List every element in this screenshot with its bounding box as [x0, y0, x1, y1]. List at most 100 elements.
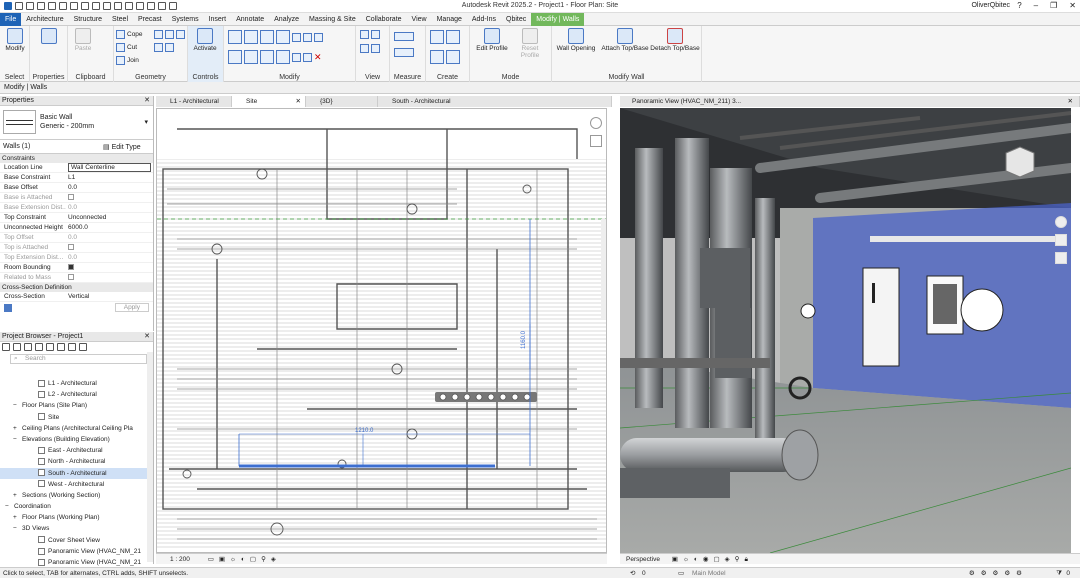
- shadows-icon[interactable]: ◐: [241, 556, 250, 563]
- select-pinned-icon[interactable]: ⚙: [993, 570, 1005, 577]
- reveal-hidden-icon[interactable]: ⚲: [735, 556, 745, 563]
- projection-mode[interactable]: Perspective: [626, 556, 660, 563]
- trim-icon[interactable]: [276, 50, 290, 64]
- tab-massing-site[interactable]: Massing & Site: [304, 13, 361, 26]
- browser-item[interactable]: L2 - Architectural: [0, 389, 153, 400]
- view-scale[interactable]: 1 : 200: [170, 556, 190, 563]
- property-row[interactable]: Base is Attached: [0, 193, 153, 203]
- properties-button[interactable]: [36, 28, 62, 45]
- paint-icon[interactable]: [154, 30, 163, 39]
- steering-wheel-icon[interactable]: [590, 117, 602, 129]
- property-row[interactable]: Base Constraint L1: [0, 173, 153, 183]
- browser-item[interactable]: Site: [0, 412, 153, 423]
- edit-profile-button[interactable]: Edit Profile: [474, 28, 510, 52]
- shadows-icon[interactable]: ◐: [694, 556, 703, 563]
- tab-file[interactable]: File: [0, 12, 22, 26]
- tab-systems[interactable]: Systems: [167, 13, 204, 26]
- create-group-icon[interactable]: [430, 50, 444, 64]
- activate-button[interactable]: Activate: [192, 28, 218, 52]
- panoramic-view-canvas[interactable]: [620, 108, 1071, 553]
- property-row[interactable]: Top Constraint Unconnected: [0, 213, 153, 223]
- move-icon[interactable]: [228, 50, 242, 64]
- modify-button[interactable]: Modify: [2, 28, 28, 52]
- tab-qbitec[interactable]: Qbitec: [501, 13, 531, 26]
- select-underlay-icon[interactable]: ⚙: [981, 570, 993, 577]
- zoom-icon[interactable]: [1055, 234, 1067, 246]
- orbit-icon[interactable]: [1055, 252, 1067, 264]
- help-icon[interactable]: ?: [1017, 1, 1021, 10]
- browser-settings-icon[interactable]: [79, 343, 87, 351]
- property-checkbox[interactable]: [68, 264, 74, 271]
- minimize-icon[interactable]: –: [1034, 1, 1038, 10]
- mirror-pick-icon[interactable]: [260, 30, 274, 44]
- close-icon[interactable]: ✕: [1069, 1, 1076, 10]
- browser-item[interactable]: −3D Views: [0, 523, 153, 534]
- browser-item[interactable]: + Sections (Working Section): [0, 490, 153, 501]
- crop-view-icon[interactable]: ▢: [714, 556, 725, 563]
- close-icon[interactable]: ✕: [144, 332, 150, 342]
- detach-top-base-button[interactable]: Detach Top/Base: [650, 28, 700, 52]
- expand-toggle-icon[interactable]: −: [13, 400, 17, 411]
- browser-search-input[interactable]: ⌕ Search: [10, 354, 147, 364]
- tab-insert[interactable]: Insert: [204, 13, 232, 26]
- view-tab--3d-[interactable]: {3D}: [306, 96, 378, 107]
- property-checkbox[interactable]: [68, 244, 74, 251]
- mirror-draw-icon[interactable]: [276, 30, 290, 44]
- join-button[interactable]: Join: [116, 56, 139, 65]
- zoom-icon[interactable]: [590, 135, 602, 147]
- expand-toggle-icon[interactable]: −: [13, 434, 17, 445]
- view-tab-south-architectural[interactable]: South - Architectural: [378, 96, 612, 107]
- browser-item[interactable]: East - Architectural: [0, 445, 153, 456]
- browser-links-icon[interactable]: [68, 343, 76, 351]
- expand-toggle-icon[interactable]: +: [13, 490, 17, 501]
- design-option-icon[interactable]: ▭: [678, 568, 684, 578]
- property-row[interactable]: Room Bounding: [0, 263, 153, 273]
- steering-wheel-icon[interactable]: [1055, 216, 1067, 228]
- browser-item[interactable]: L1 - Architectural: [0, 378, 153, 389]
- drag-elements-icon[interactable]: ⚙: [1016, 570, 1028, 577]
- cut-button[interactable]: Cut: [116, 43, 137, 52]
- expand-toggle-icon[interactable]: +: [13, 423, 17, 434]
- maximize-icon[interactable]: ❐: [1050, 1, 1057, 10]
- panorama-view-tab[interactable]: Panoramic View (HVAC_NM_211) 3... ✕: [620, 96, 1080, 107]
- workset-icon[interactable]: ⟲: [630, 568, 635, 578]
- rotate-icon[interactable]: [260, 50, 274, 64]
- property-row[interactable]: Top is Attached: [0, 243, 153, 253]
- apply-button[interactable]: Apply: [114, 303, 149, 312]
- tab-analyze[interactable]: Analyze: [269, 13, 304, 26]
- browser-item[interactable]: West - Architectural: [0, 479, 153, 490]
- copy-icon[interactable]: [244, 50, 258, 64]
- dimension-text-2[interactable]: 1210.0: [355, 428, 374, 434]
- property-row[interactable]: Top Extension Dist... 0.0: [0, 253, 153, 263]
- tab-precast[interactable]: Precast: [133, 13, 167, 26]
- type-selector[interactable]: Basic Wall Generic - 200mm ▾: [0, 106, 153, 140]
- browser-filter-icon[interactable]: [2, 343, 10, 351]
- aligned-dimension-icon[interactable]: [394, 48, 414, 57]
- view-tab-site[interactable]: Site ✕: [232, 96, 306, 107]
- paste-button[interactable]: Paste: [70, 28, 96, 52]
- linework-icon[interactable]: [360, 44, 369, 53]
- active-model[interactable]: Main Model: [692, 568, 726, 578]
- wall-joins-icon[interactable]: [154, 43, 163, 52]
- select-links-icon[interactable]: ⚙: [969, 570, 981, 577]
- reveal-hidden-icon[interactable]: ⚲: [261, 556, 271, 563]
- tab-structure[interactable]: Structure: [69, 13, 107, 26]
- array-icon[interactable]: [303, 32, 312, 42]
- pin-icon[interactable]: [292, 52, 301, 62]
- reset-profile-button[interactable]: Reset Profile: [512, 28, 548, 59]
- user-name[interactable]: OliverQbitec: [971, 2, 1010, 9]
- temporary-hide-icon[interactable]: ◈: [271, 556, 281, 563]
- expand-toggle-icon[interactable]: +: [13, 512, 17, 523]
- close-icon[interactable]: ✕: [1068, 96, 1073, 107]
- instance-filter[interactable]: Walls (1): [3, 143, 103, 150]
- cope-button[interactable]: Cope: [116, 30, 143, 39]
- expand-toggle-icon[interactable]: −: [13, 523, 17, 534]
- property-row[interactable]: Top Offset 0.0: [0, 233, 153, 243]
- crop-view-icon[interactable]: ▢: [250, 556, 261, 563]
- sun-path-icon[interactable]: ☼: [230, 556, 241, 563]
- browser-views-icon[interactable]: [24, 343, 32, 351]
- property-checkbox[interactable]: [68, 194, 74, 201]
- view-tab-l1-architectural[interactable]: L1 - Architectural: [156, 96, 232, 107]
- unpin-icon[interactable]: [303, 52, 312, 62]
- property-row[interactable]: Location Line Wall Centerline: [0, 163, 153, 173]
